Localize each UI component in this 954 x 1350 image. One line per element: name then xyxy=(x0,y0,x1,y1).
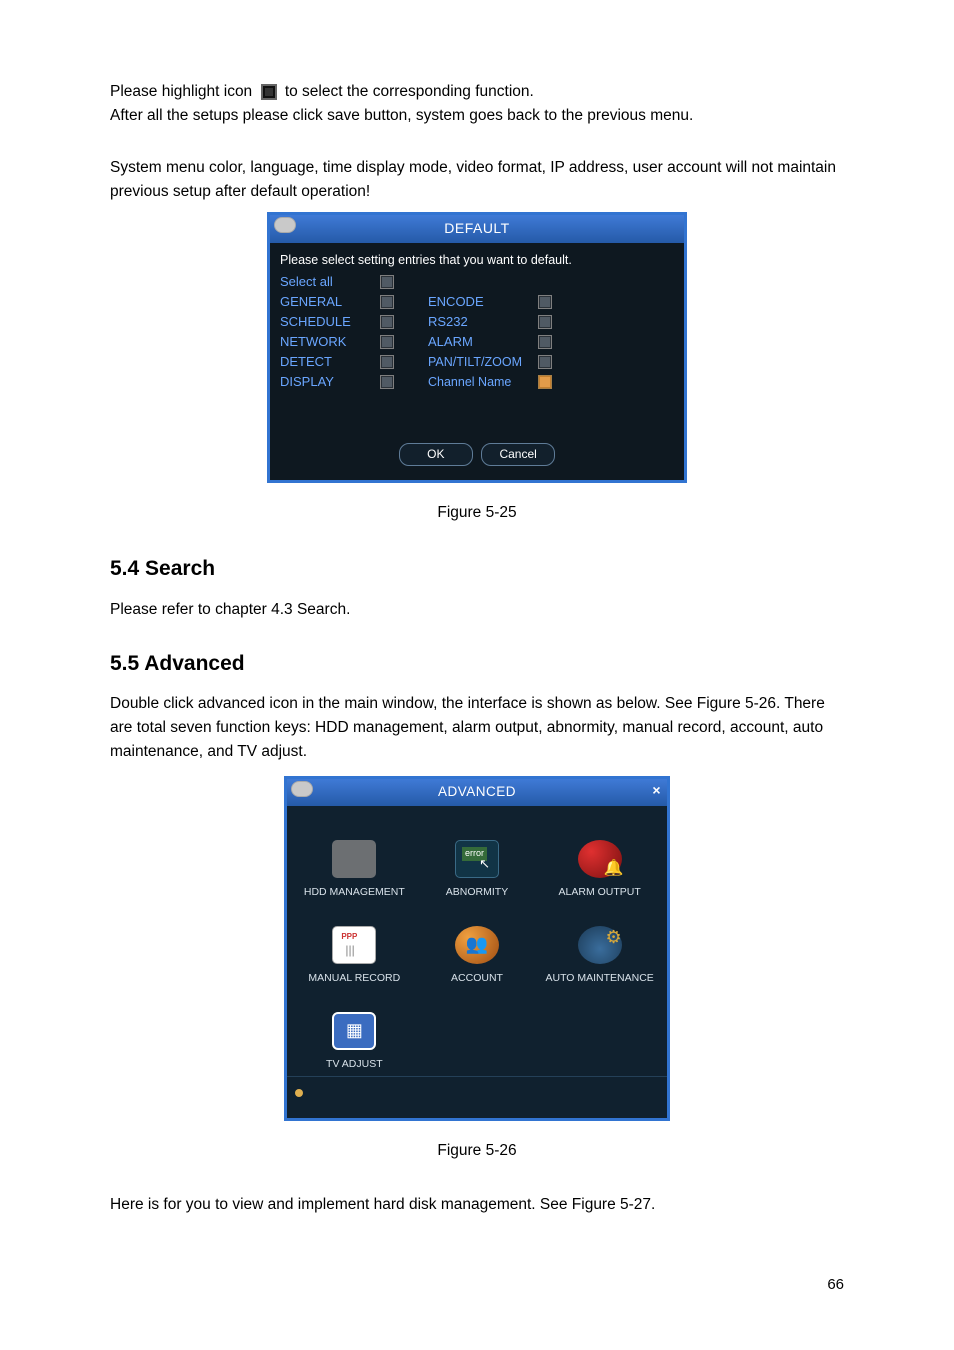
ok-button[interactable]: OK xyxy=(399,443,473,466)
intro-paragraph: System menu color, language, time displa… xyxy=(110,156,844,204)
rs232-label[interactable]: RS232 xyxy=(428,312,538,332)
general-checkbox[interactable] xyxy=(380,295,394,309)
section-5-4-heading: 5.4 Search xyxy=(110,553,844,586)
tv-adjust-label: TV ADJUST xyxy=(326,1056,383,1072)
intro-line-2: After all the setups please click save b… xyxy=(110,104,844,128)
account-label: ACCOUNT xyxy=(451,970,503,986)
figure-5-26-caption: Figure 5-26 xyxy=(110,1139,844,1163)
figure-5-25-caption: Figure 5-25 xyxy=(110,501,844,525)
footer-indicator-icon xyxy=(295,1089,303,1097)
intro-line-1a: Please highlight icon xyxy=(110,83,257,100)
closing-paragraph: Here is for you to view and implement ha… xyxy=(110,1193,844,1217)
channel-name-checkbox[interactable] xyxy=(538,375,552,389)
advanced-dialog-footer xyxy=(287,1076,667,1118)
general-label[interactable]: GENERAL xyxy=(280,292,380,312)
network-label[interactable]: NETWORK xyxy=(280,332,380,352)
advanced-dialog-titlebar: ADVANCED × xyxy=(287,779,667,806)
default-dialog-titlebar: DEFAULT xyxy=(270,215,684,243)
encode-label[interactable]: ENCODE xyxy=(428,292,538,312)
spacer xyxy=(538,272,564,292)
default-instruction: Please select setting entries that you w… xyxy=(270,243,684,272)
hdd-management-label: HDD MANAGEMENT xyxy=(304,884,405,900)
manual-record-icon xyxy=(332,926,376,964)
manual-record-item[interactable]: MANUAL RECORD xyxy=(293,926,416,986)
ptz-checkbox[interactable] xyxy=(538,355,552,369)
schedule-checkbox[interactable] xyxy=(380,315,394,329)
tv-adjust-item[interactable]: TV ADJUST xyxy=(293,1012,416,1072)
schedule-label[interactable]: SCHEDULE xyxy=(280,312,380,332)
settings-title-icon xyxy=(291,781,313,797)
hdd-icon xyxy=(332,840,376,878)
intro-line-1: Please highlight icon to select the corr… xyxy=(110,80,844,104)
account-icon xyxy=(455,926,499,964)
display-label[interactable]: DISPLAY xyxy=(280,372,380,392)
cancel-button[interactable]: Cancel xyxy=(481,443,555,466)
encode-checkbox[interactable] xyxy=(538,295,552,309)
channel-name-label[interactable]: Channel Name xyxy=(428,372,538,392)
alarm-label[interactable]: ALARM xyxy=(428,332,538,352)
select-all-checkbox[interactable] xyxy=(380,275,394,289)
abnormity-label: ABNORMITY xyxy=(446,884,508,900)
abnormity-item[interactable]: ABNORMITY xyxy=(416,840,539,900)
display-checkbox[interactable] xyxy=(380,375,394,389)
network-checkbox[interactable] xyxy=(380,335,394,349)
alarm-output-label: ALARM OUTPUT xyxy=(559,884,641,900)
abnormity-icon xyxy=(455,840,499,878)
hdd-management-item[interactable]: HDD MANAGEMENT xyxy=(293,840,416,900)
detect-checkbox[interactable] xyxy=(380,355,394,369)
default-dialog: DEFAULT Please select setting entries th… xyxy=(267,212,687,483)
section-5-5-body: Double click advanced icon in the main w… xyxy=(110,692,844,764)
detect-label[interactable]: DETECT xyxy=(280,352,380,372)
account-item[interactable]: ACCOUNT xyxy=(416,926,539,986)
advanced-dialog-title: ADVANCED xyxy=(438,784,516,799)
auto-maintenance-item[interactable]: AUTO MAINTENANCE xyxy=(538,926,661,986)
advanced-dialog: ADVANCED × HDD MANAGEMENT ABNORMITY ALAR… xyxy=(284,776,670,1121)
section-5-5-heading: 5.5 Advanced xyxy=(110,648,844,681)
auto-maintenance-label: AUTO MAINTENANCE xyxy=(545,970,653,986)
section-5-4-body: Please refer to chapter 4.3 Search. xyxy=(110,598,844,622)
alarm-output-item[interactable]: ALARM OUTPUT xyxy=(538,840,661,900)
auto-maintenance-icon xyxy=(578,926,622,964)
alarm-checkbox[interactable] xyxy=(538,335,552,349)
settings-title-icon xyxy=(274,217,296,233)
default-dialog-title: DEFAULT xyxy=(444,220,509,236)
intro-line-1b: to select the corresponding function. xyxy=(285,83,534,100)
rs232-checkbox[interactable] xyxy=(538,315,552,329)
page-number: 66 xyxy=(110,1273,844,1296)
select-all-label[interactable]: Select all xyxy=(280,272,380,292)
manual-record-label: MANUAL RECORD xyxy=(308,970,400,986)
highlight-checkbox-icon xyxy=(261,84,277,100)
ptz-label[interactable]: PAN/TILT/ZOOM xyxy=(428,352,538,372)
close-icon[interactable]: × xyxy=(652,780,661,802)
tv-adjust-icon xyxy=(332,1012,376,1050)
alarm-output-icon xyxy=(578,840,622,878)
